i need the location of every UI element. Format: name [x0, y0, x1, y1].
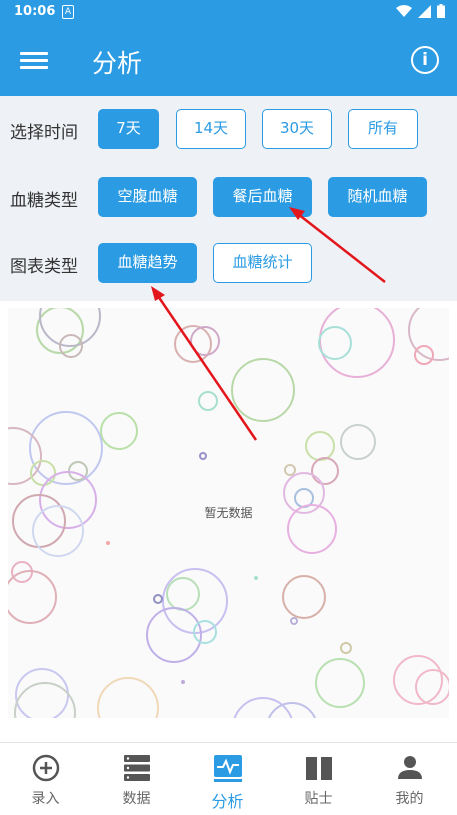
nav-item-tips[interactable]: 贴士	[273, 743, 364, 815]
chart-trend-button[interactable]: 血糖趋势	[98, 243, 197, 283]
nav-label: 贴士	[304, 791, 333, 807]
time-option-30-days[interactable]: 30天	[262, 109, 332, 149]
glucose-random-button[interactable]: 随机血糖	[328, 177, 427, 217]
page-title: 分析	[92, 49, 143, 78]
bottom-nav: 录入 数据 分析 贴士 我的	[0, 742, 457, 815]
pulse-chart-icon	[214, 755, 242, 782]
menu-icon-line	[20, 66, 48, 69]
nav-item-analysis[interactable]: 分析	[182, 743, 273, 815]
time-option-7-days[interactable]: 7天	[98, 109, 159, 149]
chart-statistics-button[interactable]: 血糖统计	[213, 243, 312, 283]
nav-label: 数据	[122, 791, 151, 807]
glucose-type-row: 血糖类型 空腹血糖 餐后血糖 随机血糖	[0, 177, 457, 217]
wifi-icon	[396, 4, 412, 17]
chart-type-label: 图表类型	[10, 257, 78, 277]
app-bar: 分析 i	[0, 24, 457, 96]
nav-item-data[interactable]: 数据	[91, 743, 182, 815]
nav-label: 分析	[211, 792, 244, 811]
chart-area: 暂无数据	[8, 308, 449, 718]
menu-icon-line	[20, 59, 48, 62]
status-bar: 10:06 A	[0, 0, 457, 24]
nav-item-entry[interactable]: 录入	[0, 743, 91, 815]
time-option-14-days[interactable]: 14天	[176, 109, 246, 149]
info-icon[interactable]: i	[411, 46, 439, 74]
nav-item-profile[interactable]: 我的	[364, 743, 455, 815]
menu-icon-line	[20, 52, 48, 55]
filter-panel: 选择时间 7天 14天 30天 所有 血糖类型 空腹血糖 餐后血糖 随机血糖 图…	[0, 96, 457, 301]
time-option-all[interactable]: 所有	[348, 109, 418, 149]
person-icon	[398, 756, 422, 779]
glucose-postmeal-button[interactable]: 餐后血糖	[213, 177, 312, 217]
status-icons	[396, 4, 445, 18]
menu-button[interactable]	[20, 48, 48, 72]
nav-label: 录入	[31, 791, 60, 807]
signal-icon	[418, 4, 431, 18]
status-time: 10:06	[14, 4, 56, 19]
chart-type-row: 图表类型 血糖趋势 血糖统计	[0, 243, 457, 283]
glucose-type-label: 血糖类型	[10, 191, 78, 211]
glucose-fasting-button[interactable]: 空腹血糖	[98, 177, 197, 217]
book-icon	[306, 757, 332, 780]
nav-label: 我的	[395, 791, 424, 807]
add-circle-icon	[32, 754, 60, 782]
notification-icon: A	[62, 5, 74, 19]
time-filter-label: 选择时间	[10, 123, 78, 143]
empty-data-message: 暂无数据	[204, 506, 253, 520]
database-icon	[124, 755, 150, 781]
time-filter-row: 选择时间 7天 14天 30天 所有	[0, 109, 457, 149]
battery-icon	[437, 4, 445, 18]
